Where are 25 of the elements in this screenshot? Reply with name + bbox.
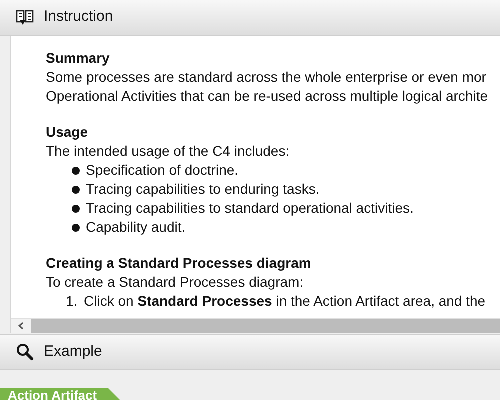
paragraph-text: The intended usage of the C4 includes:: [46, 142, 291, 161]
bullet-icon: [72, 186, 80, 194]
scrollbar-thumb[interactable]: [31, 319, 500, 333]
list-item-text: Tracing capabilities to enduring tasks.: [86, 180, 320, 199]
panel-header[interactable]: Instruction: [0, 0, 500, 36]
list-item-text: Specification of doctrine.: [86, 161, 239, 180]
section-heading: Creating a Standard Processes diagram: [46, 254, 312, 273]
step-text: Click on Standard Processes in the Action Artifact area, and the: [84, 292, 486, 311]
panel-title: Example: [44, 342, 102, 362]
step-number: 1.: [66, 292, 79, 311]
list-item-text: Capability audit.: [86, 218, 186, 237]
bullet-icon: [72, 204, 80, 212]
panel-title: Instruction: [44, 7, 114, 28]
paragraph-text: To create a Standard Processes diagram:: [46, 273, 305, 292]
section-heading: Summary: [46, 49, 111, 68]
list-item-text: Tracing capabilities to standard operational activities.: [86, 199, 414, 218]
chevron-left-icon: [18, 322, 24, 330]
bullet-icon: [72, 224, 80, 232]
search-icon: [16, 343, 34, 361]
paragraph-text: Some processes are standard across the whole enterprise or even mor: [46, 68, 488, 87]
section-heading: Usage: [46, 123, 90, 142]
bullet-icon: [72, 166, 80, 174]
book-icon: [16, 10, 34, 26]
panel-header[interactable]: Example: [0, 334, 500, 370]
paragraph-text: Operational Activities that can be re-used across multiple logical archite: [46, 87, 489, 106]
